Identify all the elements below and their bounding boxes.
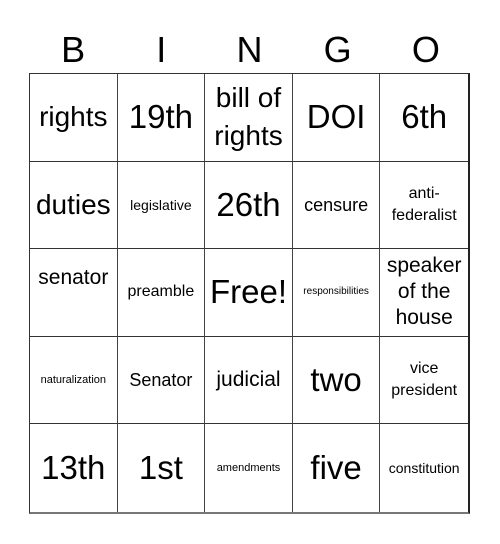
header-letter-g: G (323, 29, 352, 70)
bingo-cell[interactable]: legislative (117, 161, 206, 250)
cell-text: duties (35, 188, 111, 220)
bingo-cell[interactable]: vice president (380, 337, 468, 425)
bingo-cell[interactable]: DOI (292, 74, 381, 162)
cell-text: constitution (388, 460, 460, 477)
header-letter-n: N (236, 29, 263, 70)
cell-text: rights (39, 101, 108, 133)
cell-text: judicial (216, 368, 281, 392)
bingo-cell[interactable]: amendments (205, 424, 293, 512)
cell-text: bill of rights (214, 82, 283, 152)
cell-text: 13th (41, 449, 106, 487)
bingo-cell[interactable]: judicial (205, 336, 293, 425)
free-space-label: Free! (209, 273, 287, 311)
cell-text: senator (38, 266, 109, 290)
bingo-cell[interactable]: bill of rights (205, 74, 293, 162)
cell-text: amendments (216, 462, 281, 475)
bingo-cell[interactable]: senator (30, 249, 118, 337)
cell-text: DOI (306, 98, 366, 136)
cell-text: responsibilities (303, 286, 369, 298)
bingo-cell[interactable]: responsibilities (292, 249, 381, 337)
cell-text: 6th (401, 98, 448, 136)
bingo-cell[interactable]: 1st (118, 424, 206, 512)
cell-text: censure (304, 194, 369, 215)
bingo-grid: rights 19th bill of rights DOI 6th dutie… (29, 73, 470, 514)
bingo-cell[interactable]: 26th (205, 161, 293, 250)
header-letter-i: I (156, 29, 167, 70)
cell-text: anti-federalist (391, 184, 457, 224)
cell-text: two (310, 361, 362, 399)
bingo-cell[interactable]: constitution (380, 424, 468, 512)
bingo-cell[interactable]: 6th (380, 74, 468, 162)
bingo-cell[interactable]: censure (292, 161, 381, 250)
cell-text: five (310, 449, 362, 487)
cell-text: speaker of the house (386, 254, 462, 330)
header-letter-o: O (411, 29, 440, 70)
header-letter-b: B (61, 29, 86, 70)
bingo-cell[interactable]: speaker of the house (380, 249, 468, 337)
bingo-cell[interactable]: anti-federalist (380, 162, 468, 250)
bingo-cell[interactable]: naturalization (30, 336, 118, 425)
cell-text: 19th (128, 98, 193, 136)
bingo-cell[interactable]: 19th (117, 74, 206, 162)
bingo-cell[interactable]: preamble (117, 249, 206, 337)
bingo-cell[interactable]: five (293, 424, 381, 512)
cell-text: preamble (127, 283, 195, 301)
cell-text: naturalization (40, 374, 107, 387)
bingo-cell[interactable]: two (292, 336, 381, 425)
bingo-cell[interactable]: duties (30, 161, 118, 250)
bingo-header: B I N G O (29, 28, 470, 72)
free-space-cell[interactable]: Free! (205, 249, 293, 337)
cell-text: legislative (130, 196, 192, 213)
cell-text: 26th (216, 185, 281, 223)
bingo-cell[interactable]: Senator (117, 336, 206, 425)
bingo-cell[interactable]: rights (30, 74, 118, 162)
cell-text: Senator (129, 370, 193, 391)
cell-text: 1st (138, 449, 183, 487)
bingo-cell[interactable]: 13th (30, 424, 118, 512)
cell-text: vice president (391, 360, 458, 400)
